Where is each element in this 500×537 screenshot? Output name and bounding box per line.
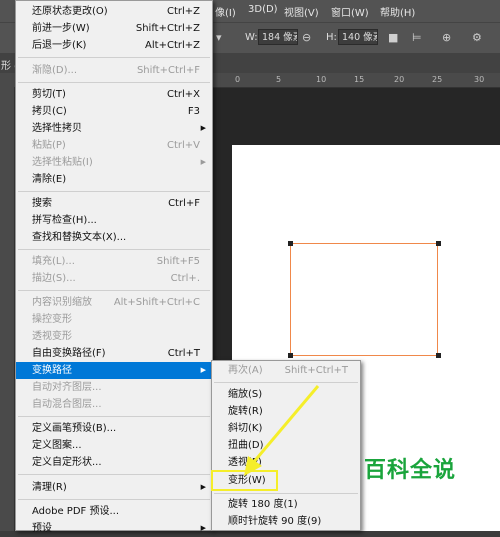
vertical-ruler [0, 87, 15, 531]
menu-separator [18, 290, 210, 291]
annotation-arrow-icon [244, 385, 320, 476]
path-arrangement-icon[interactable]: ⊕ [442, 31, 451, 44]
watermark-subtitle: 助你轻松解决 [372, 485, 445, 499]
width-field[interactable]: 184 像素 [258, 29, 298, 45]
submenu-arrow-icon: ▶ [200, 524, 206, 532]
menu-separator [18, 416, 210, 417]
menu-item-rotate-90-ccw[interactable]: 顺时针旋转 90 度(9) [212, 513, 360, 530]
menu-item-auto-align[interactable]: 自动对齐图层... [16, 379, 212, 396]
menu-separator [214, 493, 358, 494]
ruler-tick: 20 [394, 75, 405, 84]
menu-view[interactable]: 视图(V) [284, 4, 319, 19]
menu-item-define-brush[interactable]: 定义画笔预设(B)... [16, 420, 212, 437]
height-label: H: [326, 32, 337, 43]
menu-item-define-pattern[interactable]: 定义图案... [16, 437, 212, 454]
edit-menu: 还原状态更改(O) Ctrl+Z 前进一步(W) Shift+Ctrl+Z 后退一步… [15, 0, 213, 534]
anchor-handle[interactable] [436, 353, 441, 358]
height-field[interactable]: 140 像素 [338, 29, 378, 45]
menu-item-spell-check[interactable]: 拼写检查(H)... [16, 212, 212, 229]
menu-item-perspective-warp[interactable]: 透视变形 [16, 328, 212, 345]
menu-item-auto-blend[interactable]: 自动混合图层... [16, 396, 212, 413]
anchor-handle[interactable] [436, 241, 441, 246]
menu-item-transform-path[interactable]: 变换路径 ▶ [16, 362, 212, 379]
menu-separator [18, 191, 210, 192]
submenu-arrow-icon: ▶ [200, 158, 206, 166]
ruler-tick: 30 [474, 75, 485, 84]
rectangle-shape[interactable] [290, 243, 438, 356]
link-icon[interactable]: ⊖ [302, 31, 311, 44]
menu-item-stroke[interactable]: 描边(S)... Ctrl+. [16, 270, 212, 287]
menu-item-fill[interactable]: 填充(L)... Shift+F5 [16, 253, 212, 270]
menu-item-puppet-warp[interactable]: 操控变形 [16, 311, 212, 328]
menu-item-copy-special[interactable]: 选择性拷贝 ▶ [16, 120, 212, 137]
menu-item-again[interactable]: 再次(A) Shift+Ctrl+T [212, 362, 360, 379]
ruler-tick: 10 [316, 75, 327, 84]
menu-separator [18, 474, 210, 475]
menu-separator [18, 57, 210, 58]
menu-separator [18, 82, 210, 83]
watermark: 百科全说 助你轻松解决 [340, 452, 490, 507]
menu-window[interactable]: 窗口(W) [331, 4, 369, 19]
menu-item-step-backward[interactable]: 后退一步(K) Alt+Ctrl+Z [16, 37, 212, 54]
submenu-arrow-icon: ▶ [200, 124, 206, 132]
menu-item-paste-special[interactable]: 选择性粘贴(I) ▶ [16, 154, 212, 171]
ruler-tick: 5 [276, 75, 282, 84]
menu-item-copy[interactable]: 拷贝(C) F3 [16, 103, 212, 120]
watermark-title: 百科全说 [364, 458, 457, 483]
ruler-tick: 25 [432, 75, 443, 84]
path-alignment-icon[interactable]: ⊨ [412, 31, 422, 44]
width-label: W: [245, 32, 258, 43]
menu-item-pdf-presets[interactable]: Adobe PDF 预设... [16, 503, 212, 520]
ruler-tick: 15 [354, 75, 365, 84]
path-operations-icon[interactable]: ■ [388, 31, 398, 44]
submenu-arrow-icon: ▶ [200, 483, 206, 491]
menu-separator [18, 499, 210, 500]
menu-help[interactable]: 帮助(H) [380, 4, 415, 19]
menu-item-content-aware-scale[interactable]: 内容识别缩放 Alt+Shift+Ctrl+C [16, 294, 212, 311]
menu-item-purge[interactable]: 清理(R) ▶ [16, 479, 212, 496]
menu-item-free-transform-path[interactable]: 自由变换路径(F) Ctrl+T [16, 345, 212, 362]
settings-gear-icon[interactable]: ⚙ [472, 31, 482, 44]
menu-item-paste[interactable]: 粘贴(P) Ctrl+V [16, 137, 212, 154]
menu-item-step-forward[interactable]: 前进一步(W) Shift+Ctrl+Z [16, 20, 212, 37]
menu-item-undo[interactable]: 还原状态更改(O) Ctrl+Z [16, 3, 212, 20]
menu-item-rotate-180[interactable]: 旋转 180 度(1) [212, 496, 360, 513]
menu-item-define-shape[interactable]: 定义自定形状... [16, 454, 212, 471]
anchor-handle[interactable] [288, 353, 293, 358]
menu-item-cut[interactable]: 剪切(T) Ctrl+X [16, 86, 212, 103]
menu-item-presets[interactable]: 预设 ▶ [16, 520, 212, 537]
submenu-arrow-icon: ▶ [200, 366, 206, 374]
anchor-handle[interactable] [288, 241, 293, 246]
menu-item-fade[interactable]: 渐隐(D)... Shift+Ctrl+F [16, 62, 212, 79]
menu-item-find-replace[interactable]: 查找和替换文本(X)... [16, 229, 212, 246]
dropdown-arrow-icon[interactable]: ▾ [216, 31, 222, 44]
ruler-tick: 0 [235, 75, 241, 84]
menu-separator [18, 249, 210, 250]
menu-item-clear[interactable]: 清除(E) [16, 171, 212, 188]
menu-3d[interactable]: 3D(D) [248, 4, 278, 15]
menu-image[interactable]: 像(I) [215, 4, 236, 19]
menu-item-search[interactable]: 搜索 Ctrl+F [16, 195, 212, 212]
